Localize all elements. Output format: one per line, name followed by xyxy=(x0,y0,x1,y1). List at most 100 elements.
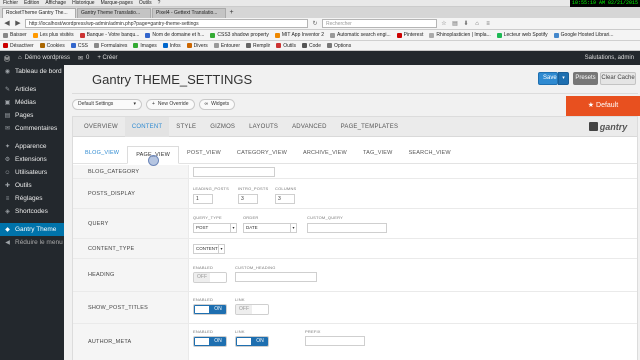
devtool-item[interactable]: Code xyxy=(302,43,321,49)
save-button[interactable]: Save xyxy=(538,72,558,85)
star-icon[interactable]: ☆ xyxy=(440,20,448,28)
author-meta-link-toggle[interactable]: ON xyxy=(235,336,269,347)
devtool-item[interactable]: Divers xyxy=(186,43,208,49)
menu-edit[interactable]: Edition xyxy=(24,0,39,6)
field-caption: ENABLED xyxy=(193,265,214,270)
devtool-item[interactable]: Options xyxy=(326,43,351,49)
download-icon[interactable]: ⬇ xyxy=(462,20,470,28)
columns-input[interactable]: 3 xyxy=(275,194,295,204)
bookmark-item[interactable]: Lecteur web Spotify xyxy=(496,32,548,38)
bookmark-item[interactable]: Google Hosted Librari... xyxy=(553,32,613,38)
wp-logo-icon[interactable]: Ⓦ xyxy=(0,54,14,63)
tab-gizmos[interactable]: GIZMOS xyxy=(203,117,242,137)
bookmark-list-icon[interactable]: ▤ xyxy=(451,20,459,28)
subtab-post-view[interactable]: POST_VIEW xyxy=(179,142,229,164)
bookmark-item[interactable]: Baisser xyxy=(3,32,27,38)
bookmark-item[interactable]: Les plus visités xyxy=(32,32,74,38)
subtab-category-view[interactable]: CATEGORY_VIEW xyxy=(229,142,295,164)
devtool-item[interactable]: Formulaires xyxy=(93,43,127,49)
tab-overview[interactable]: OVERVIEW xyxy=(77,117,125,137)
bookmark-item[interactable]: CSS3 shadow property xyxy=(210,32,269,38)
menu-help[interactable]: ? xyxy=(158,0,161,6)
tab-page-templates[interactable]: PAGE_TEMPLATES xyxy=(334,117,406,137)
widgets-button[interactable]: ∞ Widgets xyxy=(198,98,236,110)
menu-icon[interactable]: ≡ xyxy=(484,20,492,28)
save-dropdown-icon[interactable]: ▾ xyxy=(558,72,569,85)
custom-heading-input[interactable] xyxy=(235,272,317,282)
query-type-select[interactable]: POST ▾ xyxy=(193,223,237,233)
post-titles-enabled-toggle[interactable]: ON xyxy=(193,304,227,315)
new-override-button[interactable]: + New Override xyxy=(146,98,195,110)
subtab-search-view[interactable]: SEARCH_VIEW xyxy=(401,142,459,164)
sidebar-item-commentaires[interactable]: ✉ Commentaires xyxy=(0,122,64,135)
clear-cache-button[interactable]: Clear Cache xyxy=(600,72,636,85)
bookmark-item[interactable]: Pinterest xyxy=(396,32,423,38)
new-tab-icon[interactable]: + xyxy=(227,8,236,18)
home-icon[interactable]: ⌂ xyxy=(473,20,481,28)
tab-layouts[interactable]: LAYOUTS xyxy=(242,117,285,137)
subtab-tag-view[interactable]: TAG_VIEW xyxy=(355,142,401,164)
settings-select[interactable]: Default Settings ▾ xyxy=(72,98,142,110)
new-content-link[interactable]: + Créer xyxy=(93,55,121,61)
sidebar-item-apparence[interactable]: ✦ Apparence xyxy=(0,140,64,153)
author-meta-enabled-toggle[interactable]: ON xyxy=(193,336,227,347)
sidebar-item-r-glages[interactable]: ≡ Réglages xyxy=(0,192,64,205)
bookmark-item[interactable]: Nom de domaine et h... xyxy=(145,32,204,38)
tab-style[interactable]: STYLE xyxy=(169,117,203,137)
presets-button[interactable]: Presets xyxy=(573,72,598,85)
sidebar-item-m-dias[interactable]: ▣ Médias xyxy=(0,96,64,109)
subtab-archive-view[interactable]: ARCHIVE_VIEW xyxy=(295,142,355,164)
browser-tab[interactable]: Gantry Theme Translatio... xyxy=(77,8,151,18)
leading-posts-input[interactable]: 1 xyxy=(193,194,213,204)
devtool-item[interactable]: Cookies xyxy=(39,43,65,49)
devtool-item[interactable]: Infos xyxy=(162,43,181,49)
post-titles-link-toggle[interactable]: OFF xyxy=(235,304,269,315)
sidebar-item-tableau-de-bord[interactable]: ◉ Tableau de bord xyxy=(0,65,64,78)
heading-enabled-toggle[interactable]: OFF xyxy=(193,272,227,283)
site-name-link[interactable]: ⌂ Démo wordpress xyxy=(14,55,74,61)
order-select[interactable]: DATE ▾ xyxy=(243,223,297,233)
tab-content[interactable]: CONTENT xyxy=(124,116,170,137)
devtool-item[interactable]: CSS xyxy=(70,43,88,49)
url-bar[interactable]: http://localhost/wordpress/wp-admin/admi… xyxy=(25,19,308,28)
devtool-item[interactable]: Remplir xyxy=(246,43,270,49)
blog-category-input[interactable] xyxy=(193,167,275,177)
content-type-select[interactable]: CONTENT ▾ xyxy=(193,244,225,254)
menu-file[interactable]: Fichier xyxy=(3,0,18,6)
custom-query-input[interactable] xyxy=(307,223,387,233)
comments-link[interactable]: ✉ 0 xyxy=(74,55,93,62)
browser-navbar: ◀ ▶ http://localhost/wordpress/wp-admin/… xyxy=(0,18,640,30)
devtool-item[interactable]: Entourer xyxy=(213,43,240,49)
sidebar-item-pages[interactable]: ▤ Pages xyxy=(0,109,64,122)
author-prefix-input[interactable] xyxy=(305,336,365,346)
devtool-item[interactable]: Outils xyxy=(276,43,296,49)
subtab-blog-view[interactable]: BLOG_VIEW xyxy=(77,142,127,164)
back-arrow-icon[interactable]: ◀ xyxy=(3,20,11,28)
menu-tools[interactable]: Outils xyxy=(139,0,152,6)
sidebar-item-articles[interactable]: ✎ Articles xyxy=(0,83,64,96)
sidebar-item-shortcodes[interactable]: ◈ Shortcodes xyxy=(0,205,64,218)
sidebar-item-extensions[interactable]: ⚙ Extensions xyxy=(0,153,64,166)
bookmark-item[interactable]: Banque - Votre banqu... xyxy=(79,32,139,38)
intro-posts-input[interactable]: 3 xyxy=(238,194,258,204)
menu-bookmarks[interactable]: Marque-pages xyxy=(101,0,133,6)
sidebar-item-r-duire-le-menu[interactable]: ◀ Réduire le menu xyxy=(0,236,64,249)
account-link[interactable]: Salutations, admin xyxy=(585,55,640,61)
devtool-item[interactable]: Images xyxy=(133,43,157,49)
reload-icon[interactable]: ↻ xyxy=(311,20,319,28)
forward-arrow-icon[interactable]: ▶ xyxy=(14,20,22,28)
devtool-item[interactable]: Désactiver xyxy=(3,43,34,49)
menu-view[interactable]: Affichage xyxy=(45,0,66,6)
sidebar-item-utilisateurs[interactable]: ☺ Utilisateurs xyxy=(0,166,64,179)
bookmark-item[interactable]: Automatic search engi... xyxy=(329,32,391,38)
browser-search-input[interactable]: Rechercher xyxy=(322,19,437,28)
browser-tab[interactable]: RocketTheme Gantry The... xyxy=(2,8,76,18)
bookmark-item[interactable]: Rhinoplasticien | Impla... xyxy=(429,32,491,38)
tab-advanced[interactable]: ADVANCED xyxy=(285,117,334,137)
sidebar-item-outils[interactable]: ✚ Outils xyxy=(0,179,64,192)
menu-history[interactable]: Historique xyxy=(72,0,95,6)
sidebar-item-gantry-theme[interactable]: ◆ Gantry Theme xyxy=(0,223,64,236)
browser-tab[interactable]: Pixel4 - Gettext Translatio... xyxy=(152,8,226,18)
bookmark-item[interactable]: MIT App Inventor 2 xyxy=(274,32,324,38)
sidebar-item-label: Pages xyxy=(15,112,34,119)
